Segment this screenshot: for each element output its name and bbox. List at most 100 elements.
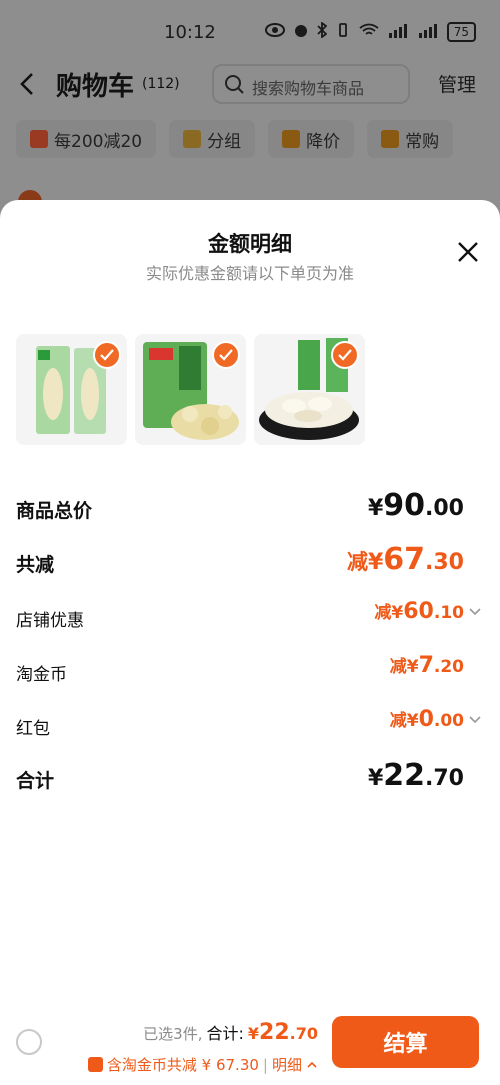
chip-label: 每200减20 [54,131,143,152]
separator: | [262,1055,268,1074]
row-value: 减 ¥ 67 .30 [347,542,464,577]
amount-decimal: .10 [433,603,464,623]
close-icon[interactable] [456,240,480,264]
vibrate-icon [335,22,351,42]
currency-symbol: ¥ [391,603,404,623]
row-label: 合计 [16,770,55,792]
chevron-down-icon[interactable] [468,712,482,726]
row-total-price: 商品总价 ¥ 90 .00 [16,488,468,528]
chip-label: 分组 [207,131,242,152]
status-time: 10:12 [164,22,216,43]
chevron-down-icon[interactable] [468,604,482,618]
coin-note: 含淘金币共减 ¥ 67.30 [106,1056,259,1074]
checkmark-icon[interactable] [93,341,121,369]
product-thumbnail[interactable] [135,334,246,445]
discount-prefix: 减 [389,711,407,731]
signal-icon [417,23,439,42]
checkmark-icon[interactable] [331,341,359,369]
discount-summary[interactable]: 含淘金币共减 ¥ 67.30 | 明细 [87,1054,318,1075]
checkmark-icon[interactable] [212,341,240,369]
search-icon [224,74,244,94]
currency-symbol: ¥ [367,496,384,521]
search-input[interactable]: 搜索购物车商品 [212,64,410,104]
currency-symbol: ¥ [406,711,419,731]
chip-label: 常购 [405,131,440,152]
eye-icon [264,23,285,41]
amount-decimal: .20 [433,657,464,677]
sheet-subtitle: 实际优惠金额请以下单页为准 [145,264,354,283]
amount-integer: 22 [259,1020,290,1045]
coupon-icon [30,130,48,148]
selected-count: 已选3件, [143,1025,203,1043]
total-label: 合计: [206,1024,244,1043]
product-thumbnail[interactable] [254,334,365,445]
row-label: 红包 [16,719,50,739]
filter-chips: 每200减20 分组 降价 常购 [16,120,454,158]
amount-integer: 67 [383,542,426,577]
chip-price-drop[interactable]: 降价 [268,120,355,158]
selection-summary: 已选3件, 合计: ¥22.70 [143,1020,318,1045]
select-all-checkbox[interactable] [16,1029,42,1055]
row-label: 商品总价 [16,500,93,522]
sheet-title: 金额明细 [208,232,292,256]
signal-icon [387,23,409,42]
amount-decimal: .00 [433,711,464,731]
currency-symbol: ¥ [367,766,384,791]
row-value: 减 ¥ 60 .10 [374,598,482,624]
row-red-packet[interactable]: 红包 减 ¥ 0 .00 [16,706,481,746]
amount-decimal: .00 [425,496,464,521]
row-sum: 合计 ¥ 22 .70 [16,758,468,798]
coin-icon [87,1057,103,1072]
alarm-icon [293,22,309,42]
row-label: 共减 [16,554,55,576]
discount-prefix: 减 [389,657,407,677]
row-value: 减 ¥ 0 .00 [390,706,482,732]
currency-symbol: ¥ [367,550,384,575]
currency-symbol: ¥ [406,657,419,677]
page-title: 购物车 [56,72,135,102]
amount-integer: 60 [403,599,434,624]
status-icons: 75 [264,21,476,42]
row-total-discount: 共减 减 ¥ 67 .30 [16,542,468,582]
amount-integer: 22 [383,758,426,793]
discount-prefix: 减 [374,603,392,623]
row-value: 减 ¥ 7 .20 [390,652,464,678]
row-label: 店铺优惠 [16,611,84,631]
checkout-bar: 已选3件, 合计: ¥22.70 含淘金币共减 ¥ 67.30 | 明细 结算 [0,1000,500,1085]
amount-decimal: .70 [425,766,464,791]
cart-header: 购物车 (112) 搜索购物车商品 管理 [0,62,500,106]
row-value: ¥ 22 .70 [368,758,464,793]
checkout-button[interactable]: 结算 [332,1016,479,1068]
folder-icon [183,130,202,148]
row-coins: 淘金币 减 ¥ 7 .20 [16,652,468,692]
back-arrow-icon[interactable] [16,68,40,100]
chip-coupon[interactable]: 每200减20 [16,120,157,158]
amount-integer: 0 [418,707,434,732]
row-value: ¥ 90 .00 [368,488,464,523]
status-bar: 10:12 75 [0,0,500,68]
chip-label: 降价 [306,131,341,152]
chip-group[interactable]: 分组 [169,120,256,158]
currency-symbol: ¥ [247,1024,260,1043]
row-label: 淘金币 [16,665,67,685]
product-thumbnail[interactable] [16,334,127,445]
amount-decimal: .70 [289,1024,318,1043]
wifi-icon [359,23,379,42]
chevron-up-icon[interactable] [306,1056,318,1074]
amount-integer: 90 [383,488,426,523]
row-store-discount[interactable]: 店铺优惠 减 ¥ 60 .10 [16,598,481,638]
bluetooth-icon [317,21,328,42]
amount-integer: 7 [418,653,434,678]
battery-icon: 75 [446,22,476,42]
discount-prefix: 减 [346,550,368,574]
price-detail-sheet: 金额明细 实际优惠金额请以下单页为准 商品总价 ¥ 90 .00 共减 减 ¥ … [0,200,500,1085]
search-placeholder: 搜索购物车商品 [252,79,365,98]
cart-count: (112) [142,76,180,92]
amount-decimal: .30 [425,550,464,575]
detail-link[interactable]: 明细 [272,1054,302,1075]
cart-icon [381,130,400,148]
arrow-down-icon [282,130,301,148]
total-amount: ¥22.70 [248,1020,318,1045]
chip-frequent[interactable]: 常购 [367,120,454,158]
manage-button[interactable]: 管理 [438,70,476,97]
